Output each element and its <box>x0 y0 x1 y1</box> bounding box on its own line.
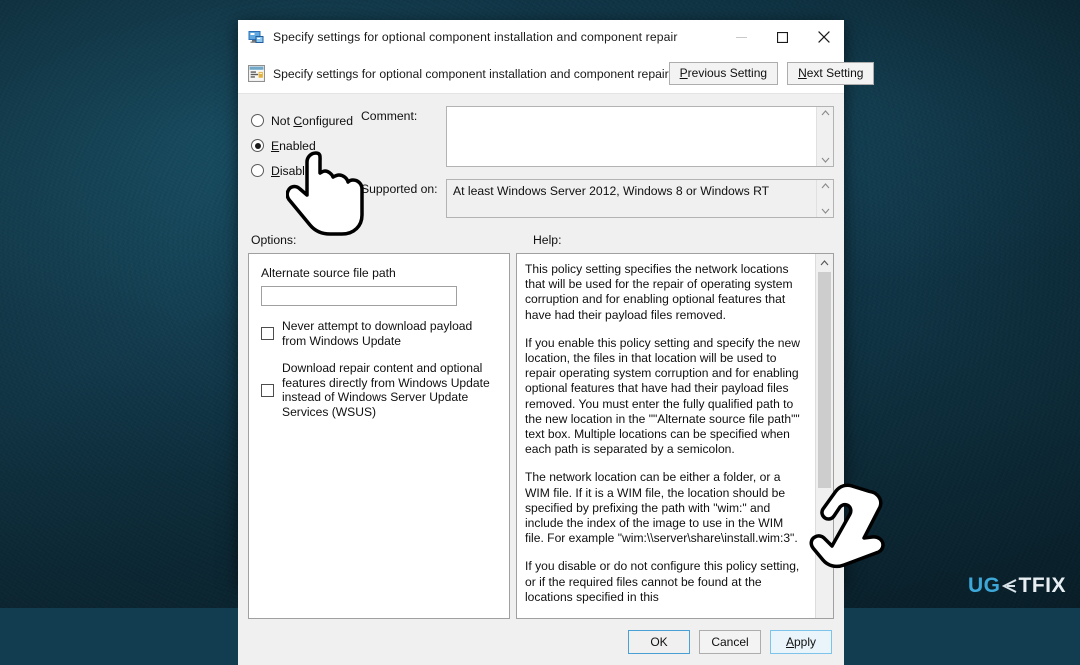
maximize-button[interactable] <box>762 20 803 54</box>
window-title: Specify settings for optional component … <box>273 30 678 44</box>
state-and-fields: Not Configured Enabled Disabled Comment: <box>248 94 834 218</box>
apply-label: pply <box>794 635 817 650</box>
comment-label: Comment: <box>361 109 418 123</box>
supported-on-scrollbar[interactable] <box>816 180 833 217</box>
help-scroll-track[interactable] <box>818 488 831 618</box>
help-paragraph: The network location can be either a fol… <box>525 470 798 546</box>
group-policy-icon <box>248 65 265 82</box>
never-download-label: Never attempt to download payload from W… <box>282 319 473 348</box>
watermark-part-1: UG <box>968 574 1001 597</box>
field-gap <box>361 167 834 179</box>
apply-button[interactable]: Apply <box>770 630 832 655</box>
help-label: Help: <box>533 233 562 247</box>
setting-title: Specify settings for optional component … <box>273 66 669 81</box>
supported-on-value: At least Windows Server 2012, Windows 8 … <box>453 184 770 198</box>
watermark-stylized-e-icon <box>1001 578 1018 594</box>
previous-setting-accel: P <box>679 66 688 80</box>
help-paragraph: This policy setting specifies the networ… <box>525 262 793 322</box>
radio-enabled-accel: E <box>271 138 280 153</box>
setting-header-bar: Specify settings for optional component … <box>238 54 875 94</box>
scroll-down-icon <box>821 157 829 163</box>
alternate-source-path-input[interactable] <box>261 286 457 306</box>
help-panel: This policy setting specifies the networ… <box>516 253 834 620</box>
radio-not-configured-mark <box>251 114 264 127</box>
radio-disabled-mark <box>251 164 264 177</box>
next-setting-accel: N <box>798 66 807 80</box>
nav-buttons: Previous Setting Next Setting <box>668 62 875 85</box>
comment-scrollbar[interactable] <box>816 107 833 166</box>
previous-setting-label: revious Setting <box>687 66 768 80</box>
help-paragraph: If you enable this policy setting and sp… <box>525 335 800 457</box>
never-download-checkbox[interactable] <box>261 327 274 340</box>
radio-not-configured-label: Not Configured <box>271 113 353 128</box>
policy-computer-icon <box>248 31 264 43</box>
state-radio-group: Not Configured Enabled Disabled <box>248 106 361 218</box>
comment-textarea[interactable] <box>446 106 834 167</box>
close-button[interactable] <box>803 20 844 54</box>
watermark-part-3: TFIX <box>1018 574 1066 597</box>
help-paragraph: If you disable or do not configure this … <box>525 559 800 604</box>
next-setting-label: ext Setting <box>806 66 864 80</box>
radio-enabled-mark <box>251 139 264 152</box>
download-direct-checkbox[interactable] <box>261 383 274 397</box>
checkbox-row-never-download[interactable]: Never attempt to download payload from W… <box>261 319 495 348</box>
cancel-button[interactable]: Cancel <box>699 630 761 655</box>
scroll-up-icon <box>821 110 829 116</box>
help-scrollbar[interactable] <box>815 254 833 619</box>
ok-button[interactable]: OK <box>628 630 690 655</box>
dialog-body: Not Configured Enabled Disabled Comment: <box>238 94 844 620</box>
radio-enabled[interactable]: Enabled <box>251 133 361 158</box>
radio-disabled[interactable]: Disabled <box>251 158 361 183</box>
comment-row: Comment: <box>361 106 834 167</box>
checkbox-row-download-direct[interactable]: Download repair content and optional fea… <box>261 361 495 419</box>
dialog-footer: OK Cancel Apply <box>238 619 844 665</box>
help-text: This policy setting specifies the networ… <box>517 254 815 618</box>
window-controls <box>721 20 844 54</box>
scroll-up-icon <box>821 183 829 189</box>
help-scroll-thumb[interactable] <box>818 272 831 488</box>
policy-setting-dialog: Specify settings for optional component … <box>238 20 875 665</box>
radio-disabled-label: Disabled <box>271 163 319 178</box>
options-label: Options: <box>251 233 297 247</box>
comment-supported-fields: Comment: Supported on: At least Windows … <box>361 106 834 218</box>
previous-setting-button[interactable]: Previous Setting <box>668 62 779 85</box>
options-panel: Alternate source file path Never attempt… <box>248 253 510 620</box>
download-direct-label: Download repair content and optional fea… <box>282 361 490 419</box>
supported-on-textbox: At least Windows Server 2012, Windows 8 … <box>446 179 834 218</box>
comment-value <box>447 107 816 166</box>
panels-container: Alternate source file path Never attempt… <box>248 253 834 620</box>
supported-on-row: Supported on: At least Windows Server 20… <box>361 179 834 218</box>
title-bar: Specify settings for optional component … <box>238 20 844 54</box>
minimize-button[interactable] <box>721 20 762 54</box>
apply-accel: A <box>785 635 794 650</box>
radio-not-configured[interactable]: Not Configured <box>251 108 361 133</box>
scroll-up-icon <box>820 259 829 265</box>
radio-enabled-label: Enabled <box>271 138 316 153</box>
help-scroll-up-button[interactable] <box>816 254 833 271</box>
radio-disabled-accel: D <box>271 163 280 178</box>
scroll-down-icon <box>821 208 829 214</box>
panel-labels: Options: Help: <box>248 233 834 247</box>
next-setting-button[interactable]: Next Setting <box>787 62 875 85</box>
supported-on-label: Supported on: <box>361 182 438 196</box>
alternate-source-path-label: Alternate source file path <box>261 266 396 280</box>
radio-not-configured-accel: C <box>293 113 303 128</box>
ugetfix-watermark: UG TFIX <box>968 574 1066 598</box>
